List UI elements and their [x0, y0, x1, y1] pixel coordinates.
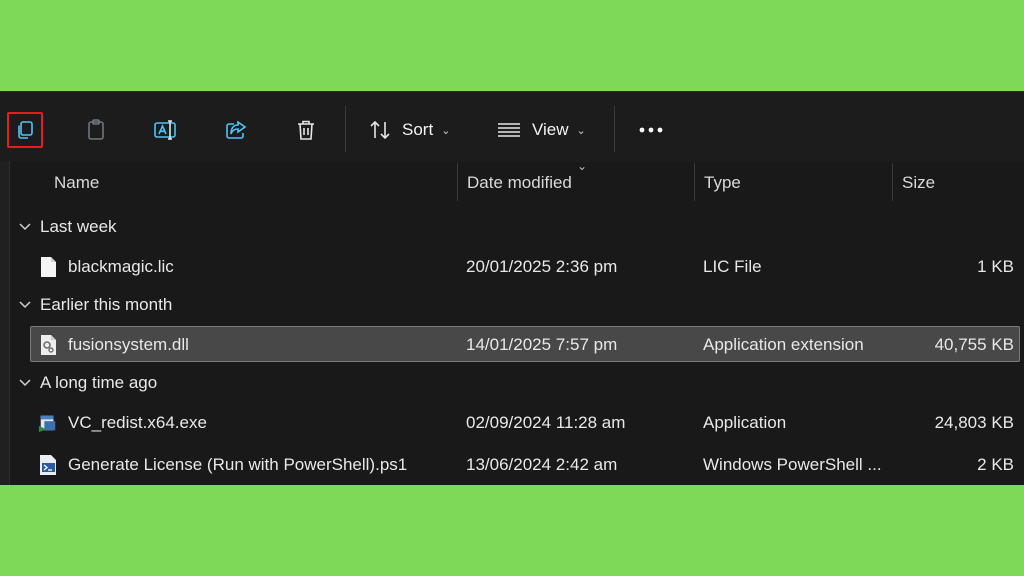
clipboard-icon [88, 119, 104, 140]
column-header-date[interactable]: Date modified [467, 161, 692, 205]
file-name: Generate License (Run with PowerShell).p… [68, 455, 408, 474]
group-header-earlier-this-month[interactable]: Earlier this month [18, 290, 172, 320]
chevron-down-icon: ⌄ [576, 124, 586, 137]
command-bar: Sort ⌄ View ⌄ [0, 91, 1024, 162]
share-button[interactable] [218, 112, 254, 148]
view-button[interactable]: View ⌄ [496, 112, 586, 148]
file-name-cell: blackmagic.lic [38, 249, 174, 285]
group-label: Last week [40, 217, 117, 236]
file-type: Application extension [703, 335, 864, 354]
column-header-name[interactable]: Name [54, 161, 454, 205]
toolbar-separator [614, 106, 615, 152]
dll-icon [38, 333, 58, 357]
view-list-icon [498, 123, 520, 137]
group-label: Earlier this month [40, 295, 173, 314]
delete-button[interactable] [288, 112, 324, 148]
chevron-down-icon: ⌄ [441, 124, 451, 137]
file-row-fusionsystem-dll[interactable]: fusionsystem.dll 14/01/2025 7:57 pm Appl… [30, 326, 1020, 362]
more-options-button[interactable] [634, 112, 668, 148]
document-icon [38, 255, 58, 279]
column-header-type-label: Type [704, 173, 741, 192]
rename-button[interactable] [148, 112, 184, 148]
powershell-script-icon [38, 453, 58, 477]
installer-icon [38, 411, 58, 435]
file-date: 02/09/2024 11:28 am [466, 413, 626, 432]
column-divider[interactable] [892, 163, 893, 201]
copy-icon [18, 121, 33, 139]
chevron-down-icon [18, 222, 32, 232]
file-size: 24,803 KB [934, 413, 1014, 432]
column-header-name-label: Name [54, 173, 100, 192]
file-type: Windows PowerShell ... [703, 455, 882, 474]
file-name: VC_redist.x64.exe [68, 413, 207, 432]
file-name: blackmagic.lic [68, 257, 174, 276]
copy-button[interactable] [7, 112, 43, 148]
sort-button[interactable]: Sort ⌄ [368, 112, 450, 148]
file-date: 20/01/2025 2:36 pm [466, 257, 618, 276]
column-divider[interactable] [457, 163, 458, 201]
file-row-generate-license-ps1[interactable]: Generate License (Run with PowerShell).p… [30, 447, 1020, 483]
group-label: A long time ago [40, 373, 158, 392]
rename-icon [154, 120, 176, 140]
column-header-type[interactable]: Type [704, 161, 894, 205]
more-icon [639, 127, 663, 133]
chevron-down-icon [18, 378, 32, 388]
column-header-size-label: Size [902, 173, 936, 192]
column-headers: Name ⌄ Date modified Type Size [10, 159, 1024, 205]
sort-label: Sort [402, 120, 434, 139]
trash-icon [298, 120, 314, 140]
file-type: LIC File [703, 257, 762, 276]
file-name: fusionsystem.dll [68, 335, 189, 354]
file-explorer-window: Sort ⌄ View ⌄ Name ⌄ Date modified Type … [0, 91, 1024, 485]
file-name-cell: fusionsystem.dll [38, 327, 189, 363]
column-header-date-label: Date modified [467, 173, 572, 192]
file-list: Name ⌄ Date modified Type Size Last week [0, 159, 1024, 485]
column-divider[interactable] [694, 163, 695, 201]
file-type: Application [703, 413, 787, 432]
navigation-pane-edge [0, 161, 10, 485]
file-size: 1 KB [977, 257, 1014, 276]
file-name-cell: VC_redist.x64.exe [38, 405, 207, 441]
file-size: 40,755 KB [934, 335, 1014, 354]
view-label: View [532, 120, 569, 139]
chevron-down-icon [18, 300, 32, 310]
file-row-vc-redist-exe[interactable]: VC_redist.x64.exe 02/09/2024 11:28 am Ap… [30, 405, 1020, 441]
column-header-size[interactable]: Size [902, 161, 1012, 205]
file-date: 13/06/2024 2:42 am [466, 455, 618, 474]
file-date: 14/01/2025 7:57 pm [466, 335, 618, 354]
toolbar-separator [345, 106, 346, 152]
group-header-last-week[interactable]: Last week [18, 212, 117, 242]
sort-icon [370, 120, 390, 140]
share-icon [226, 120, 247, 139]
paste-button[interactable] [78, 112, 114, 148]
group-header-a-long-time-ago[interactable]: A long time ago [18, 368, 157, 398]
file-name-cell: Generate License (Run with PowerShell).p… [38, 447, 407, 483]
file-size: 2 KB [977, 455, 1014, 474]
file-row-blackmagic-lic[interactable]: blackmagic.lic 20/01/2025 2:36 pm LIC Fi… [30, 249, 1020, 285]
